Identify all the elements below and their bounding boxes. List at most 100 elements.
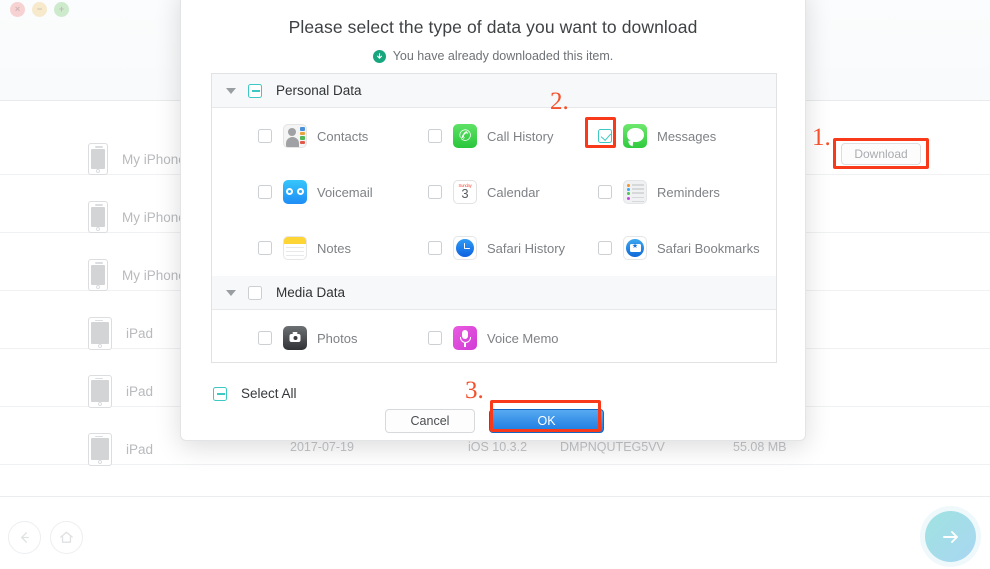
item-label: Safari Bookmarks xyxy=(657,240,760,256)
maximize-icon[interactable]: + xyxy=(54,2,69,17)
ipad-icon xyxy=(88,374,112,408)
download-type-dialog: Please select the type of data you want … xyxy=(180,0,806,441)
group-label: Media Data xyxy=(276,285,346,300)
data-type-item[interactable]: Notes xyxy=(258,236,428,260)
contacts-icon xyxy=(283,124,307,148)
backup-size: 55.08 MB xyxy=(733,440,787,454)
close-icon[interactable]: × xyxy=(10,2,25,17)
iphone-icon xyxy=(88,143,108,175)
home-icon xyxy=(60,531,73,543)
item-label: Reminders xyxy=(657,184,720,200)
data-type-item[interactable]: Safari Bookmarks xyxy=(598,236,768,260)
item-label: Calendar xyxy=(487,184,540,200)
dialog-subtitle: You have already downloaded this item. xyxy=(181,49,805,63)
arrow-right-icon xyxy=(942,530,958,543)
cancel-button[interactable]: Cancel xyxy=(385,409,475,433)
item-checkbox[interactable] xyxy=(428,129,442,143)
app-root: × − + My iPhone My iPhone My iPhone iPad iPa… xyxy=(0,0,990,569)
chevron-down-icon[interactable] xyxy=(226,87,236,94)
voicemail-icon xyxy=(283,180,307,204)
window-controls[interactable]: × − + xyxy=(10,2,69,17)
group-header[interactable]: Media Data xyxy=(212,276,776,310)
notes-icon xyxy=(283,236,307,260)
item-label: Photos xyxy=(317,330,358,346)
ipad-icon xyxy=(88,316,112,350)
next-button[interactable] xyxy=(925,511,976,562)
group-body: Contacts ✆ Call History Messages Voicemail Su… xyxy=(212,108,776,276)
chevron-down-icon[interactable] xyxy=(226,289,236,296)
voice-memo-icon xyxy=(453,326,477,350)
backup-serial: DMPNQUTEG5VV xyxy=(560,440,665,454)
device-name: My iPhone xyxy=(122,267,186,283)
select-all-label: Select All xyxy=(241,386,297,401)
iphone-icon xyxy=(88,201,108,233)
item-checkbox[interactable] xyxy=(428,185,442,199)
download-circle-icon xyxy=(372,49,386,63)
data-type-item[interactable]: Contacts xyxy=(258,124,428,148)
device-name: My iPhone xyxy=(122,151,186,167)
data-type-item[interactable]: Sunday 3 Calendar xyxy=(428,180,598,204)
annotation-number-3: 3. xyxy=(465,377,484,404)
backup-ios-version: iOS 10.3.2 xyxy=(468,440,528,454)
device-name: My iPhone xyxy=(122,209,186,225)
safari-history-icon xyxy=(453,236,477,260)
annotation-box-ok xyxy=(490,400,601,432)
device-name: iPad xyxy=(126,383,154,399)
item-label: Contacts xyxy=(317,128,369,144)
dialog-subtitle-text: You have already downloaded this item. xyxy=(392,49,614,63)
data-type-item[interactable]: Reminders xyxy=(598,180,768,204)
item-label: Voicemail xyxy=(317,184,373,200)
device-name: iPad xyxy=(126,325,154,341)
data-type-row: Voicemail Sunday 3 Calendar Reminders xyxy=(212,164,776,220)
group-checkbox[interactable] xyxy=(248,285,262,300)
annotation-number-2: 2. xyxy=(550,88,569,115)
item-checkbox[interactable] xyxy=(258,241,272,255)
item-label: Messages xyxy=(657,128,717,144)
item-label: Notes xyxy=(317,240,351,256)
item-checkbox[interactable] xyxy=(258,129,272,143)
data-type-row: Photos Voice Memo xyxy=(212,310,776,362)
item-checkbox[interactable] xyxy=(598,241,612,255)
item-label: Voice Memo xyxy=(487,330,559,346)
item-checkbox[interactable] xyxy=(258,331,272,345)
data-type-list[interactable]: Personal Data Contacts ✆ Call History Messag… xyxy=(211,73,777,363)
cancel-button-label: Cancel xyxy=(410,414,450,428)
item-label: Call History xyxy=(487,128,554,144)
minimize-icon[interactable]: − xyxy=(32,2,47,17)
group-header[interactable]: Personal Data xyxy=(212,74,776,108)
back-button[interactable] xyxy=(8,521,41,554)
backup-row-partial: 2017-07-19 iOS 10.3.2 DMPNQUTEG5VV 55.08… xyxy=(0,440,990,460)
data-type-item[interactable]: ✆ Call History xyxy=(428,124,598,148)
item-checkbox[interactable] xyxy=(428,331,442,345)
item-checkbox[interactable] xyxy=(598,185,612,199)
annotation-number-1: 1. xyxy=(812,124,831,151)
data-type-item[interactable]: Voicemail xyxy=(258,180,428,204)
backup-date: 2017-07-19 xyxy=(290,440,354,454)
item-checkbox[interactable] xyxy=(428,241,442,255)
footer-divider xyxy=(0,496,990,497)
data-type-row: Notes Safari History Safari Bookmarks xyxy=(212,220,776,276)
data-type-row: Contacts ✆ Call History Messages xyxy=(212,108,776,164)
arrow-left-icon xyxy=(21,532,29,543)
safari-bookmarks-icon xyxy=(623,236,647,260)
home-button[interactable] xyxy=(50,521,83,554)
annotation-box-messages-checkbox xyxy=(585,117,616,148)
dialog-title: Please select the type of data you want … xyxy=(288,17,698,37)
data-type-item[interactable]: Photos xyxy=(258,326,428,350)
data-type-item[interactable]: Messages xyxy=(598,124,768,148)
group-body: Photos Voice Memo xyxy=(212,310,776,362)
calendar-icon: Sunday 3 xyxy=(453,180,477,204)
iphone-icon xyxy=(88,259,108,291)
group-checkbox[interactable] xyxy=(248,83,262,98)
select-all-control[interactable]: Select All xyxy=(213,386,297,401)
group-label: Personal Data xyxy=(276,83,362,98)
call-history-icon: ✆ xyxy=(453,124,477,148)
item-checkbox[interactable] xyxy=(258,185,272,199)
reminders-icon xyxy=(623,180,647,204)
messages-icon xyxy=(623,124,647,148)
photos-icon xyxy=(283,326,307,350)
annotation-box-download xyxy=(833,138,929,169)
data-type-item[interactable]: Safari History xyxy=(428,236,598,260)
data-type-item[interactable]: Voice Memo xyxy=(428,326,598,350)
select-all-checkbox[interactable] xyxy=(213,386,227,401)
